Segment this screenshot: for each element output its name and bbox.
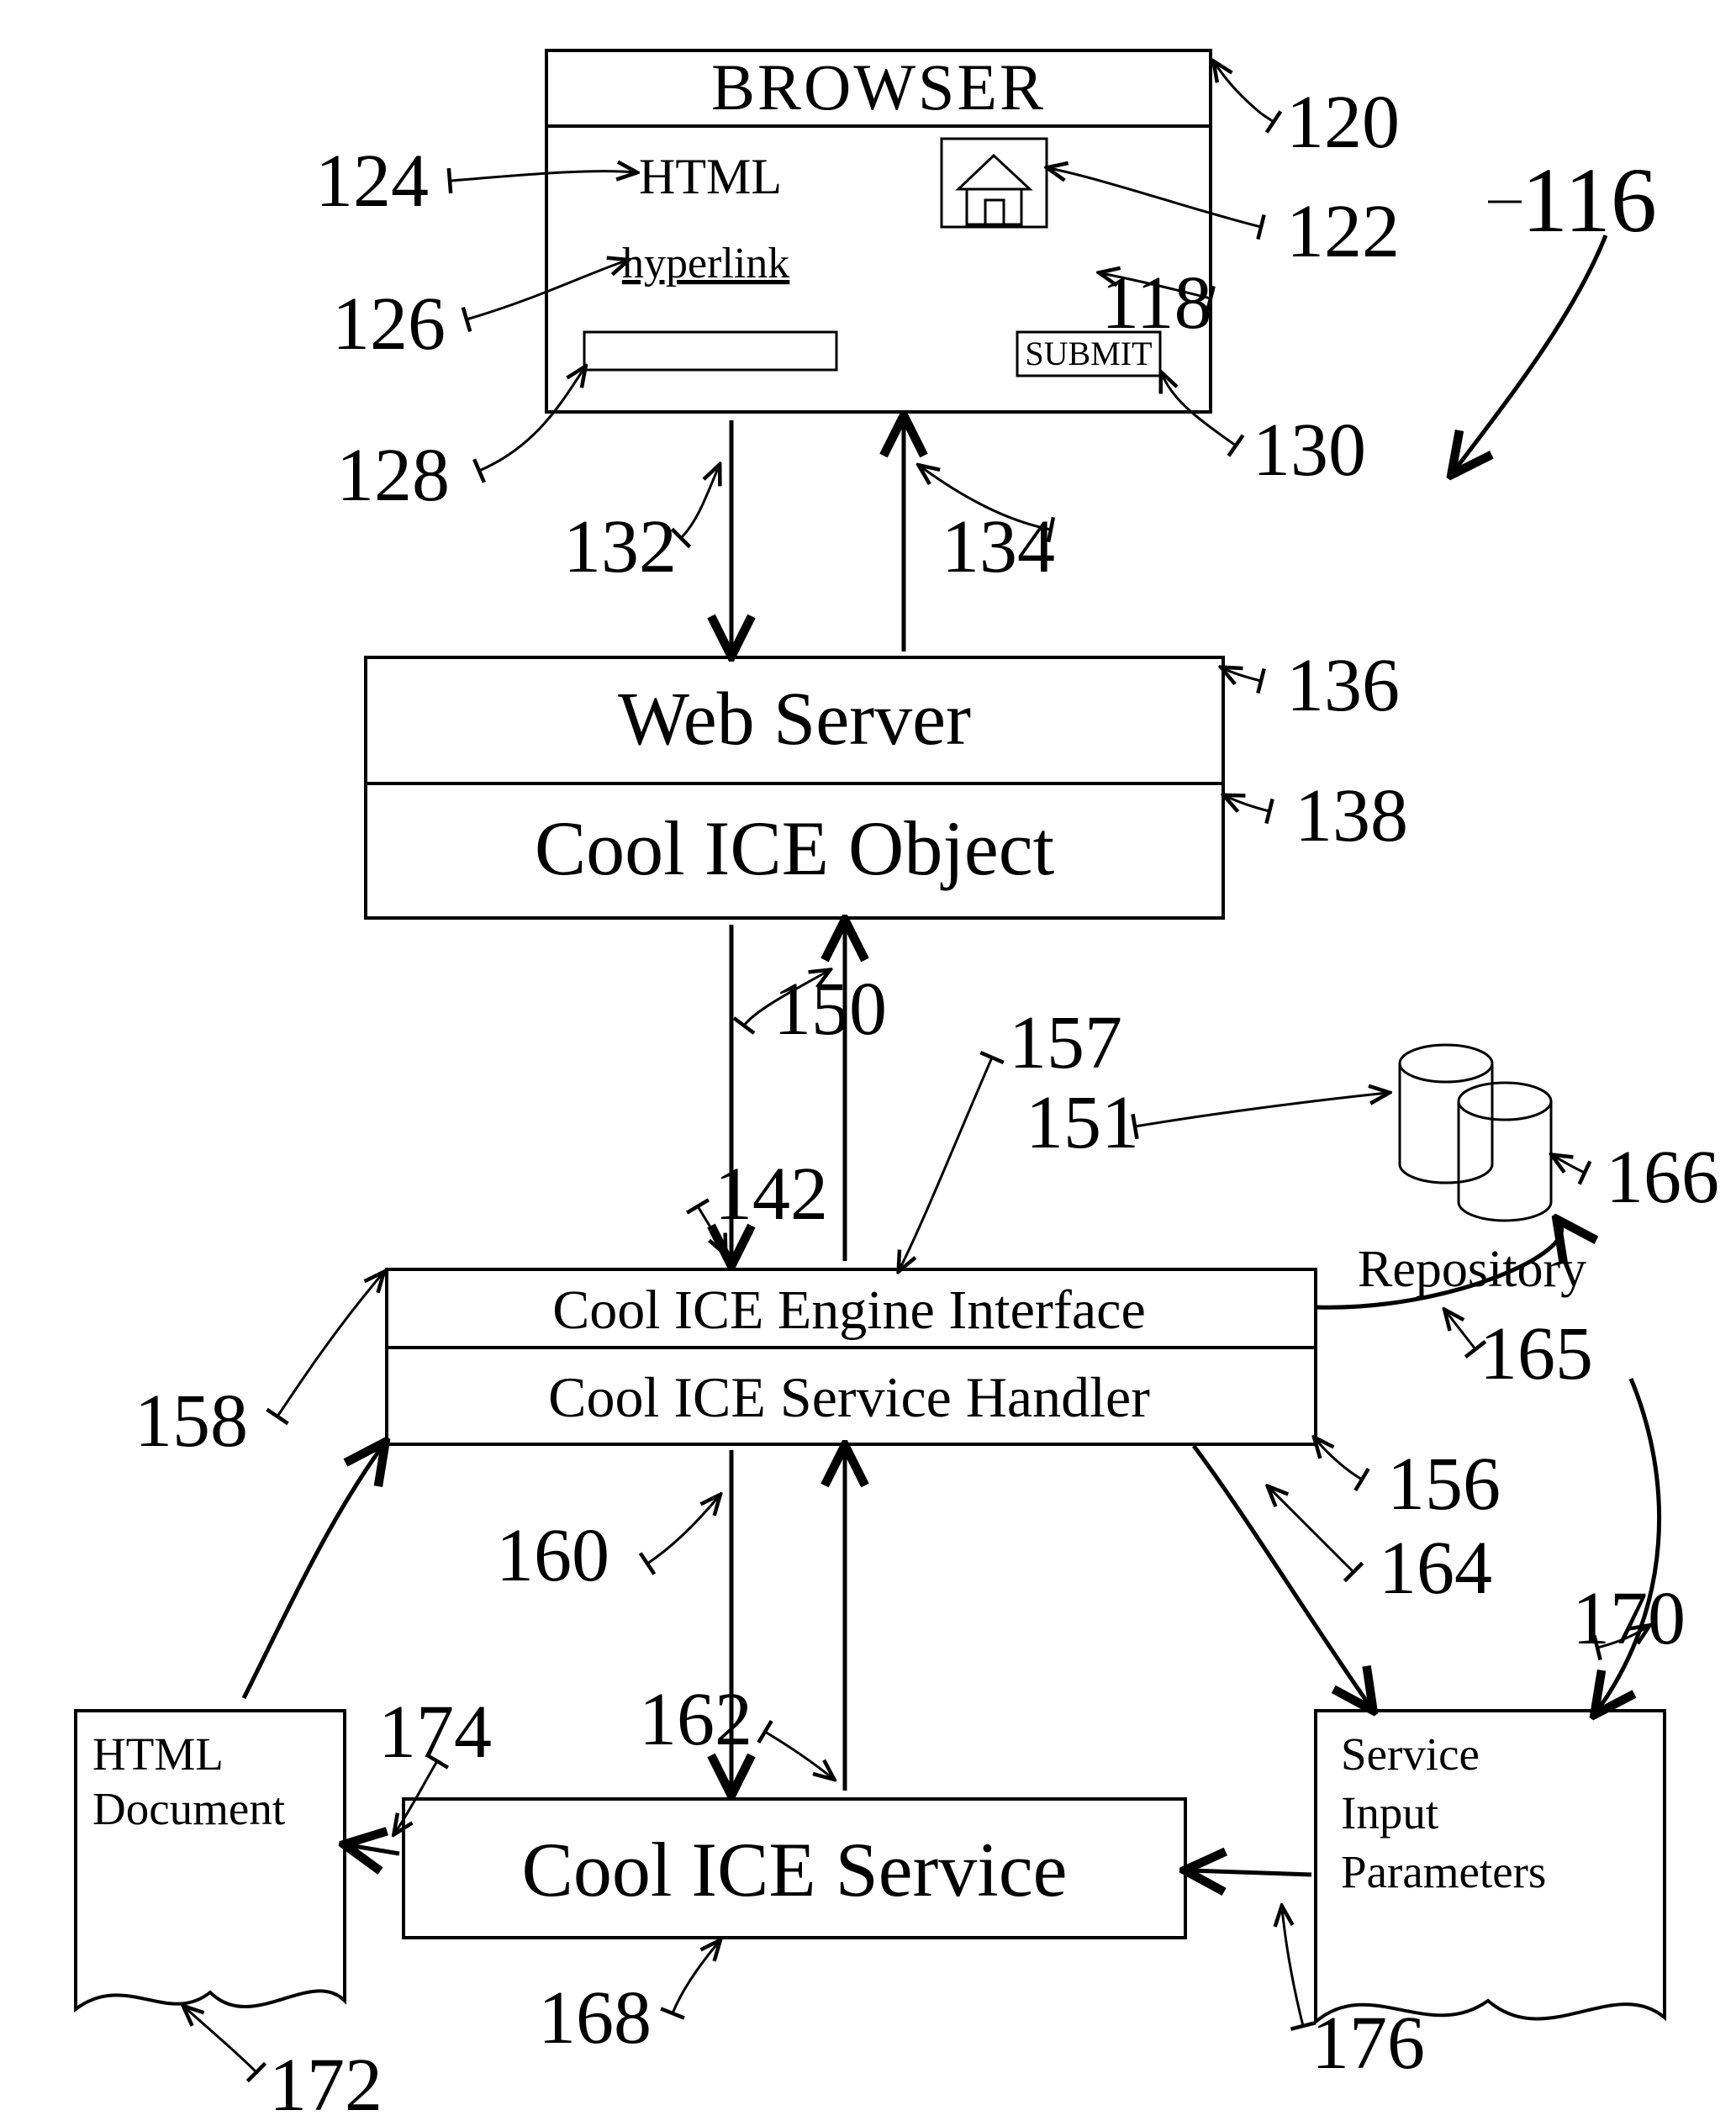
html-document-icon: HTML Document	[76, 1711, 345, 2009]
repository-label: Repository	[1358, 1241, 1586, 1298]
leader-172	[185, 2007, 256, 2072]
ref-138: 138	[1295, 774, 1408, 857]
leader-130	[1162, 374, 1236, 446]
service-handler-label: Cool ICE Service Handler	[548, 1365, 1150, 1429]
leader-164	[1269, 1488, 1353, 1572]
leader-124	[450, 171, 635, 181]
cool-ice-object-block: Cool ICE Object	[366, 783, 1223, 918]
ref-130: 130	[1253, 409, 1366, 492]
ref-162: 162	[639, 1678, 752, 1761]
html-doc-l2: Document	[92, 1783, 285, 1834]
hyperlink-label: hyperlink	[622, 240, 789, 288]
leader-151	[1135, 1093, 1387, 1126]
cool-ice-object-label: Cool ICE Object	[535, 805, 1055, 891]
arrow-170-curve	[1597, 1379, 1659, 1711]
text-input[interactable]	[584, 332, 836, 370]
ref-174: 174	[378, 1691, 492, 1774]
ref-150: 150	[773, 968, 887, 1051]
engine-interface-block: Cool ICE Engine Interface	[387, 1269, 1316, 1348]
ref-156: 156	[1387, 1443, 1501, 1526]
sip-l2: Input	[1341, 1787, 1438, 1838]
arrow-116	[1454, 235, 1606, 471]
html-label: HTML	[639, 149, 782, 204]
home-icon	[942, 139, 1047, 227]
ref-157: 157	[1009, 1001, 1122, 1084]
leader-132	[681, 467, 719, 538]
leader-176	[1282, 1908, 1303, 2026]
ref-124: 124	[315, 140, 429, 223]
leader-122	[1049, 168, 1261, 227]
web-server-block: Web Server	[366, 657, 1223, 783]
ref-160: 160	[496, 1514, 609, 1597]
leader-128	[479, 368, 584, 471]
arrow-158	[244, 1446, 383, 1698]
service-handler-block: Cool ICE Service Handler	[387, 1348, 1316, 1444]
ref-126: 126	[332, 282, 446, 366]
ref-118: 118	[1101, 261, 1212, 345]
leader-138	[1226, 796, 1269, 811]
arrow-164	[1194, 1446, 1370, 1707]
browser-window: BROWSER HTML hyperlink SUBMIT	[546, 50, 1211, 412]
leader-136	[1223, 668, 1261, 681]
ref-170: 170	[1572, 1577, 1686, 1660]
architecture-diagram: BROWSER HTML hyperlink SUBMIT 124 126 12…	[0, 0, 1736, 2126]
ref-164: 164	[1379, 1527, 1492, 1610]
sip-l1: Service	[1341, 1728, 1480, 1780]
ref-166: 166	[1606, 1136, 1719, 1219]
ref-151: 151	[1026, 1081, 1139, 1164]
ref-165: 165	[1480, 1312, 1593, 1395]
web-server-label: Web Server	[618, 678, 971, 761]
leader-120	[1215, 63, 1261, 113]
ref-168: 168	[538, 1976, 652, 2060]
arrow-174	[349, 1845, 399, 1854]
leader-168	[673, 1942, 719, 2013]
leader-160	[647, 1496, 719, 1564]
sip-l3: Parameters	[1341, 1846, 1546, 1897]
engine-interface-label: Cool ICE Engine Interface	[552, 1279, 1146, 1341]
ref-134: 134	[942, 505, 1055, 588]
service-input-parameters-icon: Service Input Parameters	[1316, 1711, 1665, 2022]
leader-162	[765, 1732, 832, 1778]
arrow-176	[1190, 1870, 1311, 1875]
ref-122: 122	[1286, 190, 1400, 273]
leader-165	[1446, 1311, 1475, 1349]
ref-172: 172	[269, 2044, 383, 2126]
leader-156	[1316, 1439, 1362, 1480]
repository-icon	[1400, 1045, 1551, 1221]
leader-157	[900, 1058, 992, 1269]
ref-142: 142	[715, 1153, 828, 1236]
ref-176: 176	[1311, 2002, 1425, 2085]
ref-128: 128	[336, 434, 450, 517]
ref-158: 158	[135, 1380, 248, 1463]
browser-title: BROWSER	[711, 50, 1046, 124]
leader-158-docnote	[277, 1274, 383, 1416]
ref-116: 116	[1522, 149, 1657, 251]
html-doc-l1: HTML	[92, 1728, 224, 1780]
ref-132: 132	[563, 505, 677, 588]
cool-ice-service-label: Cool ICE Service	[522, 1827, 1068, 1912]
ref-136: 136	[1286, 644, 1400, 727]
leader-166	[1554, 1156, 1585, 1173]
cool-ice-service-block: Cool ICE Service	[404, 1799, 1185, 1938]
ref-120: 120	[1286, 81, 1400, 164]
